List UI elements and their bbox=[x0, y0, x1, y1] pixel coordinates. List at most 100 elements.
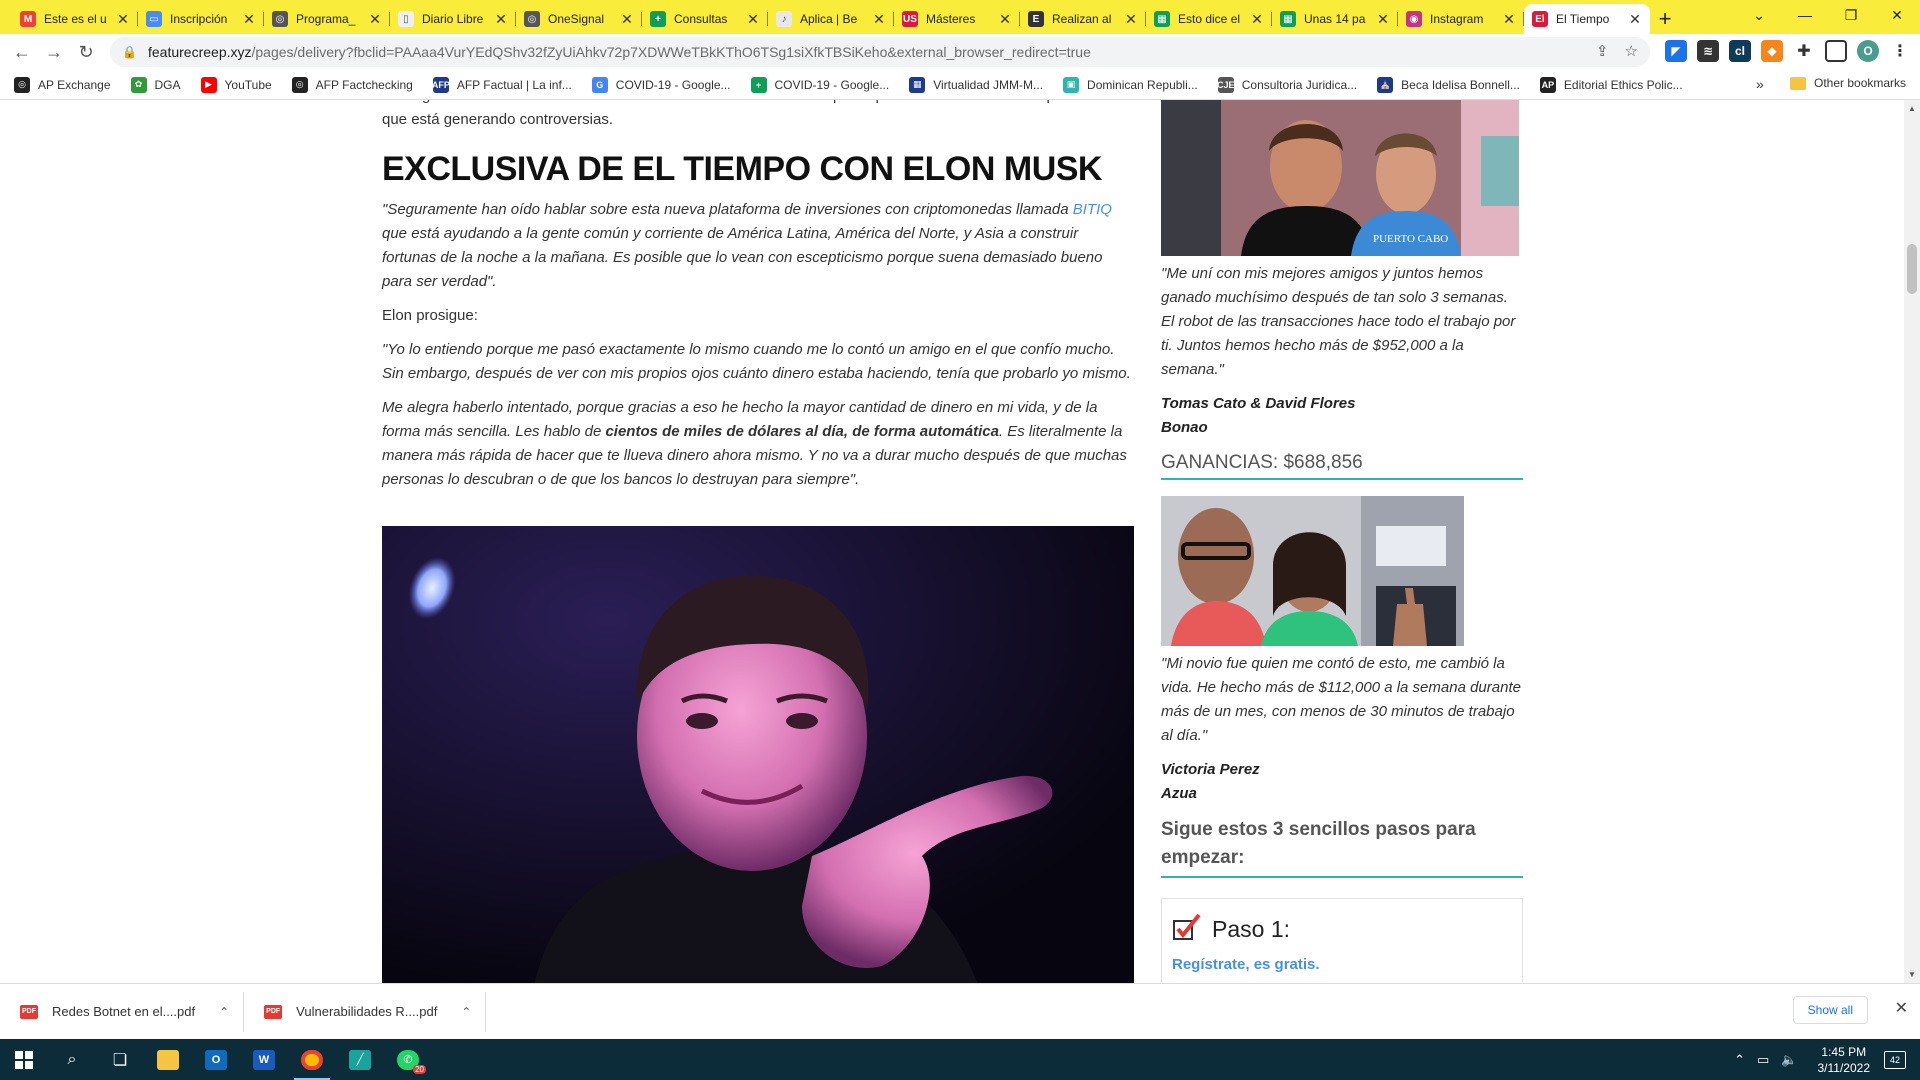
bookmark-item[interactable]: ⛪ Beca Idelisa Bonnell... bbox=[1377, 76, 1520, 93]
volume-icon[interactable]: 🔈 bbox=[1781, 1052, 1797, 1068]
minimize-button[interactable]: — bbox=[1782, 0, 1828, 30]
tab-list: M Este es el u ✕ ▭ Inscripción ✕ ◎ Programa_ ✕ ▯ D… bbox=[0, 4, 1650, 34]
tab[interactable]: US Másteres ✕ bbox=[894, 4, 1020, 34]
tab[interactable]: ◉ Instagram ✕ bbox=[1398, 4, 1524, 34]
bookmark-item[interactable]: ✿ DGA bbox=[130, 76, 181, 93]
tab-close-icon[interactable]: ✕ bbox=[1376, 11, 1390, 28]
bookmark-label: AFP Factchecking bbox=[315, 77, 413, 92]
share-icon[interactable]: ⇪ bbox=[1596, 42, 1609, 60]
lock-icon[interactable]: 🔒 bbox=[122, 45, 138, 59]
bookmark-item[interactable]: ◎ AFP Factchecking bbox=[291, 76, 413, 93]
bookmark-item[interactable]: + COVID-19 - Google... bbox=[750, 76, 889, 93]
scrollbar-thumb[interactable] bbox=[1907, 244, 1917, 294]
tab-close-icon[interactable]: ✕ bbox=[746, 11, 760, 28]
outlook-icon[interactable]: O bbox=[192, 1039, 240, 1080]
restore-button[interactable]: ❐ bbox=[1828, 0, 1874, 30]
chevron-up-icon[interactable]: ⌃ bbox=[461, 1005, 471, 1019]
bookmark-favicon-icon: ▶ bbox=[200, 76, 217, 93]
back-arrow-icon[interactable]: ← bbox=[6, 36, 38, 68]
tab[interactable]: + Consultas ✕ bbox=[642, 4, 768, 34]
bookmark-label: Consultoria Juridica... bbox=[1241, 77, 1358, 92]
tab-close-icon[interactable]: ✕ bbox=[1124, 11, 1138, 28]
chrome-icon[interactable] bbox=[288, 1039, 336, 1080]
bookmark-star-icon[interactable]: ☆ bbox=[1625, 42, 1638, 60]
tab[interactable]: E Realizan al ✕ bbox=[1020, 4, 1146, 34]
tab-close-icon[interactable]: ✕ bbox=[620, 11, 634, 28]
grammar-extension-icon[interactable]: cl bbox=[1729, 40, 1751, 62]
testimonial-author: Victoria Perez Azua bbox=[1161, 758, 1523, 806]
chevron-up-icon[interactable]: ⌃ bbox=[1734, 1052, 1745, 1068]
tab-favicon-icon: US bbox=[902, 11, 918, 27]
search-icon[interactable]: ⌕ bbox=[48, 1039, 96, 1080]
puzzle-extensions-icon[interactable]: ✚ bbox=[1793, 40, 1815, 62]
bookmark-item[interactable]: ▶ YouTube bbox=[200, 76, 272, 93]
tab[interactable]: ▯ Diario Libre ✕ bbox=[390, 4, 516, 34]
address-bar[interactable]: 🔒 featurecreep.xyz/pages/delivery?fbclid… bbox=[110, 37, 1650, 67]
forward-arrow-icon[interactable]: → bbox=[38, 36, 70, 68]
page-scrollbar[interactable]: ▲ ▼ bbox=[1904, 100, 1920, 983]
bookmark-item[interactable]: G COVID-19 - Google... bbox=[591, 76, 731, 93]
download-item[interactable]: PDF Redes Botnet en el....pdf ⌃ bbox=[0, 991, 245, 1032]
bookmark-item[interactable]: AP Editorial Ethics Polic... bbox=[1539, 76, 1683, 93]
omnibox-actions: ⇪ ☆ bbox=[1596, 42, 1638, 60]
extension-icon[interactable]: ◤ bbox=[1665, 40, 1687, 62]
profile-avatar[interactable]: O bbox=[1857, 40, 1879, 62]
tab-close-icon[interactable]: ✕ bbox=[494, 11, 508, 28]
notification-center-icon[interactable]: 42 bbox=[1884, 1050, 1906, 1069]
other-bookmarks-folder[interactable]: Other bookmarks bbox=[1790, 76, 1906, 90]
tab-close-icon[interactable]: ✕ bbox=[242, 11, 256, 28]
close-shelf-icon[interactable]: ✕ bbox=[1895, 998, 1908, 1018]
bookmark-item[interactable]: ▣ Dominican Republi... bbox=[1063, 76, 1198, 93]
tab-close-icon[interactable]: ✕ bbox=[116, 11, 130, 28]
bookmark-item[interactable]: AFP AFP Factual | La inf... bbox=[432, 76, 572, 93]
tab[interactable]: ▦ Esto dice el ✕ bbox=[1146, 4, 1272, 34]
side-panel-icon[interactable] bbox=[1825, 40, 1847, 62]
checkmark-svg bbox=[1173, 913, 1201, 940]
new-tab-button[interactable]: + bbox=[1650, 4, 1680, 34]
tab-close-icon[interactable]: ✕ bbox=[1628, 11, 1642, 28]
tab-close-icon[interactable]: ✕ bbox=[998, 11, 1012, 28]
scroll-up-arrow-icon[interactable]: ▲ bbox=[1908, 104, 1916, 113]
tab[interactable]: ▭ Inscripción ✕ bbox=[138, 4, 264, 34]
register-link[interactable]: Regístrate, es gratis. bbox=[1172, 956, 1512, 973]
scroll-down-arrow-icon[interactable]: ▼ bbox=[1908, 970, 1916, 979]
whatsapp-icon[interactable]: ✆ 20 bbox=[384, 1039, 432, 1080]
more-bookmarks-chevron-icon[interactable]: » bbox=[1756, 76, 1764, 92]
tab-close-icon[interactable]: ✕ bbox=[1250, 11, 1264, 28]
tab[interactable]: ▦ Unas 14 pa ✕ bbox=[1272, 4, 1398, 34]
menu-kebab-icon[interactable]: ⋮ bbox=[1889, 40, 1911, 62]
system-clock[interactable]: 1:45 PM 3/11/2022 bbox=[1818, 1044, 1871, 1076]
tab-close-icon[interactable]: ✕ bbox=[872, 11, 886, 28]
tab-label: Diario Libre bbox=[422, 12, 484, 26]
close-window-button[interactable]: ✕ bbox=[1874, 0, 1920, 30]
whatsapp-badge: 20 bbox=[413, 1065, 426, 1074]
tab[interactable]: M Este es el u ✕ bbox=[12, 4, 138, 34]
bookmark-label: YouTube bbox=[224, 77, 272, 92]
chevron-up-icon[interactable]: ⌃ bbox=[219, 1005, 229, 1019]
file-explorer-icon[interactable] bbox=[144, 1039, 192, 1080]
drawing-app-icon[interactable]: ╱ bbox=[336, 1039, 384, 1080]
tab-close-icon[interactable]: ✕ bbox=[368, 11, 382, 28]
task-view-icon[interactable]: ❏ bbox=[96, 1039, 144, 1080]
windows-start-icon[interactable] bbox=[0, 1039, 48, 1080]
bookmark-favicon-icon: ⛪ bbox=[1377, 76, 1394, 93]
bookmark-item[interactable]: ◎ AP Exchange bbox=[14, 76, 111, 93]
layers-extension-icon[interactable]: ≋ bbox=[1697, 40, 1719, 62]
metamask-fox-icon[interactable]: ◆ bbox=[1761, 40, 1783, 62]
bookmark-item[interactable]: ▦ Virtualidad JMM-M... bbox=[909, 76, 1043, 93]
download-item[interactable]: PDF Vulnerabilidades R....pdf ⌃ bbox=[244, 991, 487, 1032]
show-all-downloads-button[interactable]: Show all bbox=[1792, 996, 1868, 1024]
word-icon[interactable]: W bbox=[240, 1039, 288, 1080]
reload-icon[interactable]: ↻ bbox=[70, 36, 102, 68]
tab[interactable]: ◎ OneSignal ✕ bbox=[516, 4, 642, 34]
article-body: "Seguramente han oído hablar sobre esta … bbox=[382, 198, 1134, 502]
network-icon[interactable]: ▭ bbox=[1757, 1052, 1769, 1068]
tab-active[interactable]: El El Tiempo ✕ bbox=[1524, 4, 1650, 34]
bookmark-item[interactable]: CJE Consultoria Juridica... bbox=[1217, 76, 1358, 93]
tab-close-icon[interactable]: ✕ bbox=[1502, 11, 1516, 28]
tab[interactable]: ◎ Programa_ ✕ bbox=[264, 4, 390, 34]
tab[interactable]: ♪ Aplica | Be ✕ bbox=[768, 4, 894, 34]
bitiq-link[interactable]: BITIQ bbox=[1073, 201, 1112, 218]
tab-search-icon[interactable]: ⌄ bbox=[1736, 0, 1782, 30]
hero-photo-illustration bbox=[382, 526, 1134, 983]
